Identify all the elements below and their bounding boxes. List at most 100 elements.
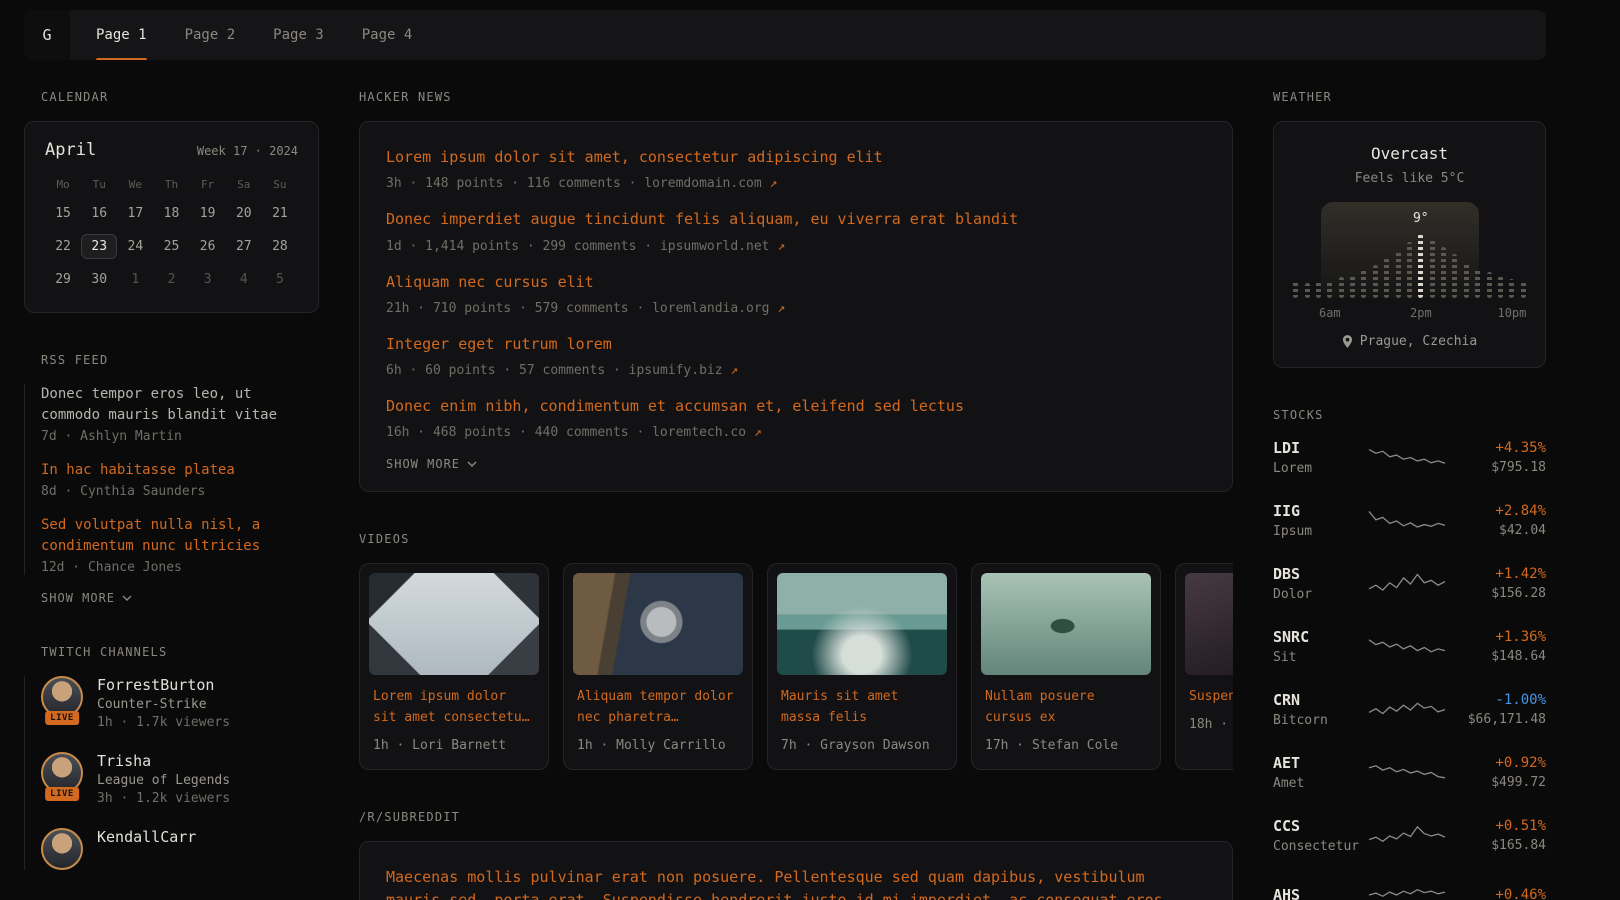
stock-values: +1.36%$148.64 [1454,629,1546,664]
video-card[interactable]: Lorem ipsum dolor sit amet consectetu…1h… [359,563,549,770]
video-title[interactable]: Aliquam tempor dolor nec pharetra… [573,687,743,729]
video-title[interactable]: Mauris sit amet massa felis [777,687,947,729]
widget-title-weather: WEATHER [1273,90,1546,104]
hn-story-source-link[interactable]: loremdomain.com ↗ [644,176,777,191]
tab-page-2[interactable]: Page 2 [185,10,236,60]
hn-story-title[interactable]: Aliquam nec cursus elit [386,271,1206,294]
twitch-channel[interactable]: KendallCarr [41,828,319,870]
video-card[interactable]: Aliquam tempor dolor nec pharetra…1h · M… [563,563,753,770]
avatar [41,828,83,870]
hn-story-source-link[interactable]: loremtech.co ↗ [652,425,762,440]
weather-hour-bar [1498,276,1503,298]
stock-row[interactable]: AETAmet+0.92%$499.72 [1273,754,1546,791]
stock-row[interactable]: DBSDolor+1.42%$156.28 [1273,565,1546,602]
hn-story-title[interactable]: Donec enim nibh, condimentum et accumsan… [386,395,1206,418]
show-more-label: SHOW MORE [386,457,460,471]
weather-hour-bar [1305,283,1310,298]
external-link-icon: ↗ [777,239,785,254]
channel-name[interactable]: ForrestBurton [97,676,230,694]
widget-title-videos: VIDEOS [359,532,1233,546]
stock-name: Amet [1273,776,1359,791]
channel-info: TrishaLeague of Legends3h · 1.2k viewers [97,752,230,806]
stock-change: +2.84% [1454,503,1546,519]
video-title[interactable]: Nullam posuere cursus ex [981,687,1151,729]
hn-story-source-link[interactable]: ipsumworld.net ↗ [660,239,785,254]
rss-item-title[interactable]: Sed volutpat nulla nisl, a condimentum n… [41,515,319,557]
stock-row[interactable]: SNRCSit +1.36%$148.64 [1273,628,1546,665]
tab-page-4[interactable]: Page 4 [362,10,413,60]
weather-hour-slot [1290,202,1301,298]
hn-story-meta: 21h · 710 points · 579 comments · loreml… [386,301,1206,316]
app-logo[interactable]: G [24,10,70,60]
channel-name[interactable]: KendallCarr [97,828,196,846]
stock-identity: SNRCSit [1273,628,1359,665]
video-meta: 18h · Tara [1185,717,1233,732]
stock-row[interactable]: IIGIpsum+2.84%$42.04 [1273,502,1546,539]
hn-story: Donec imperdiet augue tincidunt felis al… [386,208,1206,253]
video-thumbnail[interactable] [777,573,947,675]
video-thumbnail[interactable] [573,573,743,675]
stock-row[interactable]: LDILorem+4.35%$795.18 [1273,439,1546,476]
calendar-day-selected: 23 [81,234,117,259]
hn-story-title[interactable]: Integer eget rutrum lorem [386,333,1206,356]
reddit-post-title[interactable]: Maecenas mollis pulvinar erat non posuer… [386,866,1206,900]
stock-name: Lorem [1273,461,1359,476]
stock-row[interactable]: CRNBitcorn-1.00%$66,171.48 [1273,691,1546,728]
video-thumbnail[interactable] [1185,573,1233,675]
center-column: HACKER NEWS Lorem ipsum dolor sit amet, … [359,90,1233,900]
rss-item-title[interactable]: Donec tempor eros leo, ut commodo mauris… [41,384,319,426]
calendar-day: 25 [153,234,189,259]
hackernews-show-more-button[interactable]: SHOW MORE [386,457,477,471]
calendar-day: 18 [153,201,189,226]
hn-story-title[interactable]: Lorem ipsum dolor sit amet, consectetur … [386,146,1206,169]
channel-name[interactable]: Trisha [97,752,230,770]
stock-values: -1.00%$66,171.48 [1454,692,1546,727]
weather-hour-bar [1452,254,1457,298]
hn-story-meta-text: 3h · 148 points · 116 comments · [386,176,644,191]
tab-page-1[interactable]: Page 1 [96,10,147,60]
video-title[interactable]: Lorem ipsum dolor sit amet consectetu… [369,687,539,729]
weather-hour-bar [1327,280,1332,298]
stock-values: +0.51%$165.84 [1454,818,1546,853]
stock-row[interactable]: AHS+0.46% [1273,880,1546,900]
hn-story-meta: 3h · 148 points · 116 comments · loremdo… [386,176,1206,191]
stock-sparkline-chart [1367,506,1447,536]
rss-item-title[interactable]: In hac habitasse platea [41,460,319,481]
external-link-icon: ↗ [730,363,738,378]
stock-row[interactable]: CCSConsectetur+0.51%$165.84 [1273,817,1546,854]
stock-sparkline-chart [1367,758,1447,788]
videos-widget: VIDEOS Lorem ipsum dolor sit amet consec… [359,532,1233,770]
stock-sparkline [1359,632,1454,662]
stock-sparkline-chart [1367,443,1447,473]
hn-story: Integer eget rutrum lorem6h · 60 points … [386,333,1206,378]
stock-change: +0.92% [1454,755,1546,771]
channel-game: League of Legends [97,773,230,788]
video-thumbnail[interactable] [369,573,539,675]
weather-hour-bar [1430,239,1435,298]
video-card[interactable]: Nullam posuere cursus ex17h · Stefan Col… [971,563,1161,770]
hn-story-source-link[interactable]: ipsumify.biz ↗ [629,363,739,378]
weather-hour-slot [1506,202,1517,298]
right-column: WEATHER Overcast Feels like 5°C 9° 6am2p… [1273,90,1546,900]
stock-change: +1.42% [1454,566,1546,582]
calendar-card: April Week 17 · 2024 MoTuWeThFrSaSu15161… [24,121,319,313]
weather-hour-slot [1324,202,1335,298]
tab-page-3[interactable]: Page 3 [273,10,324,60]
hn-story-title[interactable]: Donec imperdiet augue tincidunt felis al… [386,208,1206,231]
video-card[interactable]: Suspendisse diam 18h · Tara [1175,563,1233,770]
video-card[interactable]: Mauris sit amet massa felis7h · Grayson … [767,563,957,770]
hn-story: Donec enim nibh, condimentum et accumsan… [386,395,1206,440]
video-title[interactable]: Suspendisse diam [1185,687,1233,708]
weather-bars: 9° [1290,202,1529,298]
stock-symbol: AHS [1273,886,1359,900]
twitch-channel[interactable]: LIVEForrestBurtonCounter-Strike1h · 1.7k… [41,676,319,730]
calendar-week-label: Week 17 · 2024 [197,144,298,158]
live-badge: LIVE [45,787,79,801]
twitch-channel[interactable]: LIVETrishaLeague of Legends3h · 1.2k vie… [41,752,319,806]
weather-hour-slot [1370,202,1381,298]
hn-story-source-link[interactable]: loremlandia.org ↗ [652,301,785,316]
rss-show-more-button[interactable]: SHOW MORE [41,591,132,605]
stock-price: $165.84 [1454,838,1546,853]
calendar-day: 5 [262,267,298,292]
video-thumbnail[interactable] [981,573,1151,675]
